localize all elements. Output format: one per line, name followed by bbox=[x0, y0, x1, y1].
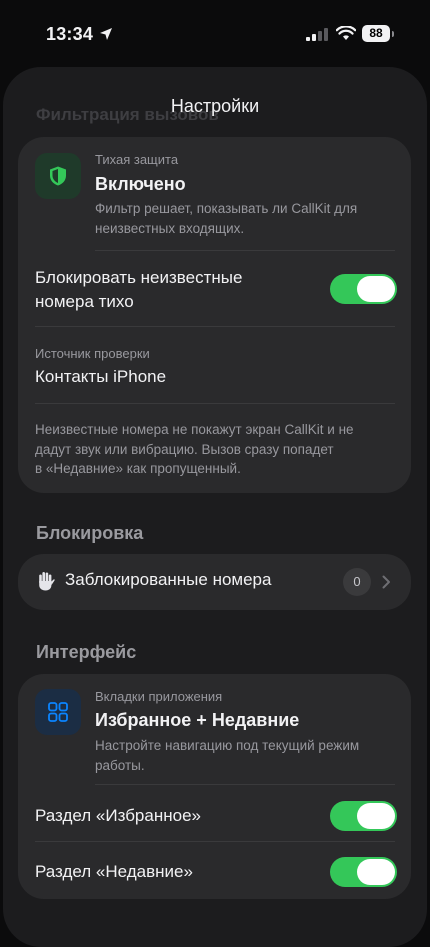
favorites-section-label: Раздел «Избранное» bbox=[35, 806, 201, 825]
battery-level: 88 bbox=[362, 25, 390, 42]
page-title: Настройки bbox=[170, 96, 260, 116]
block-unknown-label: Блокировать неизвестные номера тихо bbox=[35, 268, 243, 311]
divider bbox=[95, 250, 395, 251]
divider bbox=[35, 326, 395, 327]
location-arrow-icon bbox=[100, 28, 112, 40]
app-tabs-value[interactable]: Избранное + Недавние bbox=[95, 710, 299, 731]
cellular-signal-icon bbox=[306, 28, 328, 41]
blocked-numbers-row[interactable]: Заблокированные номера 0 bbox=[18, 554, 411, 610]
check-source-caption: Источник проверки bbox=[35, 346, 150, 361]
filtering-footnote: Неизвестные номера не покажут экран Call… bbox=[35, 422, 354, 476]
section-header-interface: Интерфейс bbox=[36, 642, 137, 662]
divider bbox=[35, 403, 395, 404]
interface-card: Вкладки приложения Избранное + Недавние … bbox=[18, 674, 411, 899]
chevron-right-icon bbox=[382, 575, 390, 589]
blocked-numbers-label: Заблокированные номера bbox=[65, 570, 272, 589]
block-unknown-toggle[interactable] bbox=[330, 274, 397, 304]
shield-icon bbox=[50, 166, 66, 186]
blocked-count-badge: 0 bbox=[343, 568, 371, 596]
quiet-protection-description: Фильтр решает, показывать ли CallKit для… bbox=[95, 201, 358, 236]
quiet-protection-tile bbox=[35, 153, 81, 199]
hand-icon bbox=[39, 572, 55, 591]
status-time: 13:34 bbox=[46, 24, 94, 44]
quiet-protection-caption: Тихая защита bbox=[95, 152, 179, 167]
battery-icon bbox=[392, 31, 394, 37]
app-tabs-tile bbox=[35, 689, 81, 735]
wifi-icon bbox=[336, 26, 356, 40]
divider bbox=[35, 841, 395, 842]
favorites-section-toggle[interactable] bbox=[330, 801, 397, 831]
section-header-blocking: Блокировка bbox=[36, 523, 144, 543]
app-tabs-caption: Вкладки приложения bbox=[95, 689, 223, 704]
grid-icon bbox=[48, 702, 68, 722]
status-bar: 13:34 88 bbox=[0, 0, 430, 66]
app-tabs-description: Настройте навигацию под текущий режим ра… bbox=[95, 738, 360, 773]
recents-section-toggle[interactable] bbox=[330, 857, 397, 887]
check-source-value[interactable]: Контакты iPhone bbox=[35, 365, 166, 389]
recents-section-label: Раздел «Недавние» bbox=[35, 862, 193, 881]
divider bbox=[95, 784, 395, 785]
call-filtering-card: Тихая защита Включено Фильтр решает, пок… bbox=[18, 137, 411, 493]
quiet-protection-state: Включено bbox=[95, 174, 186, 194]
settings-sheet: Фильтрация вызовов Настройки Тихая защит… bbox=[3, 67, 427, 947]
